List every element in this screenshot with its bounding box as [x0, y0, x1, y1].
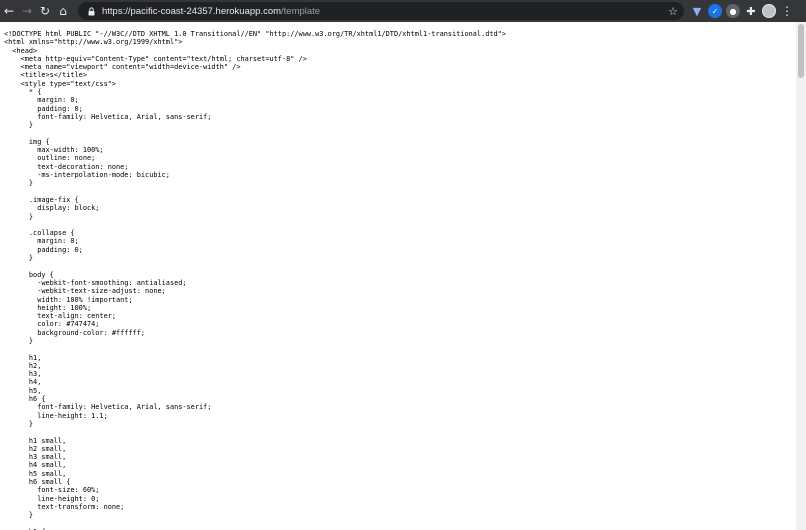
source-line: margin: 0;: [4, 96, 79, 105]
source-line: <meta http-equiv="Content-Type" content=…: [4, 54, 307, 63]
source-line: <!DOCTYPE html PUBLIC "-//W3C//DTD XHTML…: [4, 30, 506, 38]
source-line: line-height: 1.1;: [4, 411, 108, 420]
source-line: background-color: #ffffff;: [4, 328, 146, 337]
menu-icon[interactable]: ⋮: [780, 2, 794, 20]
home-icon: ⌂: [59, 4, 67, 18]
source-line: }: [4, 336, 34, 345]
source-line: text-transform: none;: [4, 502, 125, 511]
source-line: }: [4, 121, 34, 130]
source-line: .image-fix {: [4, 195, 79, 204]
source-line: <head>: [4, 46, 38, 55]
source-line: font-family: Helvetica, Arial, sans-seri…: [4, 112, 212, 121]
forward-button[interactable]: →: [18, 0, 36, 22]
source-line: font-family: Helvetica, Arial, sans-seri…: [4, 403, 212, 412]
source-line: h3 small,: [4, 453, 67, 462]
source-line: outline: none;: [4, 154, 96, 163]
source-line: display: block;: [4, 204, 100, 213]
source-line: text-align: center;: [4, 312, 117, 321]
source-line: padding: 0;: [4, 245, 83, 254]
url-host: https://pacific-coast-24357.herokuapp.co…: [102, 5, 282, 17]
star-icon[interactable]: ☆: [668, 2, 678, 20]
back-button[interactable]: ←: [0, 0, 18, 22]
source-line: h4 small,: [4, 461, 67, 470]
avatar[interactable]: [762, 4, 776, 18]
source-line: margin: 0;: [4, 237, 79, 246]
arrow-left-icon: ←: [3, 4, 15, 18]
scrollbar[interactable]: [796, 22, 806, 530]
source-line: height: 100%;: [4, 303, 92, 312]
source-line: h5,: [4, 386, 42, 395]
url-path: /template: [281, 5, 321, 17]
source-line: h2 small,: [4, 444, 67, 453]
vpn-extension-icon[interactable]: ▼: [690, 4, 704, 18]
source-line: <html xmlns="http://www.w3.org/1999/xhtm…: [4, 38, 183, 47]
source-line: * {: [4, 88, 42, 97]
source-line: text-decoration: none;: [4, 162, 129, 171]
source-line: <meta name="viewport" content="width=dev…: [4, 63, 241, 72]
source-line: }: [4, 179, 34, 188]
source-line: color: #747474;: [4, 320, 100, 329]
source-line: max-width: 100%;: [4, 146, 104, 155]
source-line: h2,: [4, 361, 42, 370]
blue-extension-icon[interactable]: ✓: [708, 4, 722, 18]
source-line: img {: [4, 137, 50, 146]
source-line: }: [4, 419, 34, 428]
source-line: h4,: [4, 378, 42, 387]
source-line: }: [4, 254, 34, 263]
source-line: [4, 130, 806, 138]
source-line: h5 small,: [4, 469, 67, 478]
source-line: }: [4, 212, 34, 221]
source-line: -ms-interpolation-mode: bicubic;: [4, 171, 170, 180]
source-line: padding: 0;: [4, 104, 83, 113]
home-button[interactable]: ⌂: [54, 0, 72, 22]
reload-button[interactable]: ↻: [36, 0, 54, 22]
source-code: <!DOCTYPE html PUBLIC "-//W3C//DTD XHTML…: [0, 22, 806, 530]
source-line: body {: [4, 270, 54, 279]
arrow-right-icon: →: [21, 4, 33, 18]
source-line: h1,: [4, 353, 42, 362]
source-line: <title>s</title>: [4, 71, 87, 80]
source-line: h3,: [4, 370, 42, 379]
source-line: width: 100% !important;: [4, 295, 133, 304]
address-bar[interactable]: https://pacific-coast-24357.herokuapp.co…: [78, 2, 684, 20]
gray-extension-icon[interactable]: ●: [726, 4, 740, 18]
source-line: h6 {: [4, 395, 46, 404]
extensions-area: ▼ ✓ ● ✚ ⋮: [690, 2, 794, 20]
lock-icon: [86, 2, 96, 20]
source-line: h6 small {: [4, 478, 71, 487]
source-line: }: [4, 511, 34, 520]
source-line: [4, 520, 806, 528]
source-line: -webkit-text-size-adjust: none;: [4, 287, 166, 296]
puzzle-icon[interactable]: ✚: [744, 4, 758, 18]
source-line: [4, 428, 806, 436]
source-line: font-size: 60%;: [4, 486, 100, 495]
browser-toolbar: ← → ↻ ⌂ https://pacific-coast-24357.hero…: [0, 0, 806, 22]
source-line: h1 small,: [4, 436, 67, 445]
source-line: <style type="text/css">: [4, 79, 117, 88]
source-line: -webkit-font-smoothing: antialiased;: [4, 278, 187, 287]
source-line: [4, 188, 806, 196]
scrollbar-thumb[interactable]: [798, 24, 804, 78]
source-line: line-height: 0;: [4, 494, 100, 503]
reload-icon: ↻: [39, 4, 51, 18]
url-text: https://pacific-coast-24357.herokuapp.co…: [102, 6, 320, 17]
source-line: [4, 221, 806, 229]
source-line: [4, 262, 806, 270]
source-line: [4, 345, 806, 353]
source-line: .collapse {: [4, 229, 75, 238]
page-viewport: <!DOCTYPE html PUBLIC "-//W3C//DTD XHTML…: [0, 22, 806, 530]
